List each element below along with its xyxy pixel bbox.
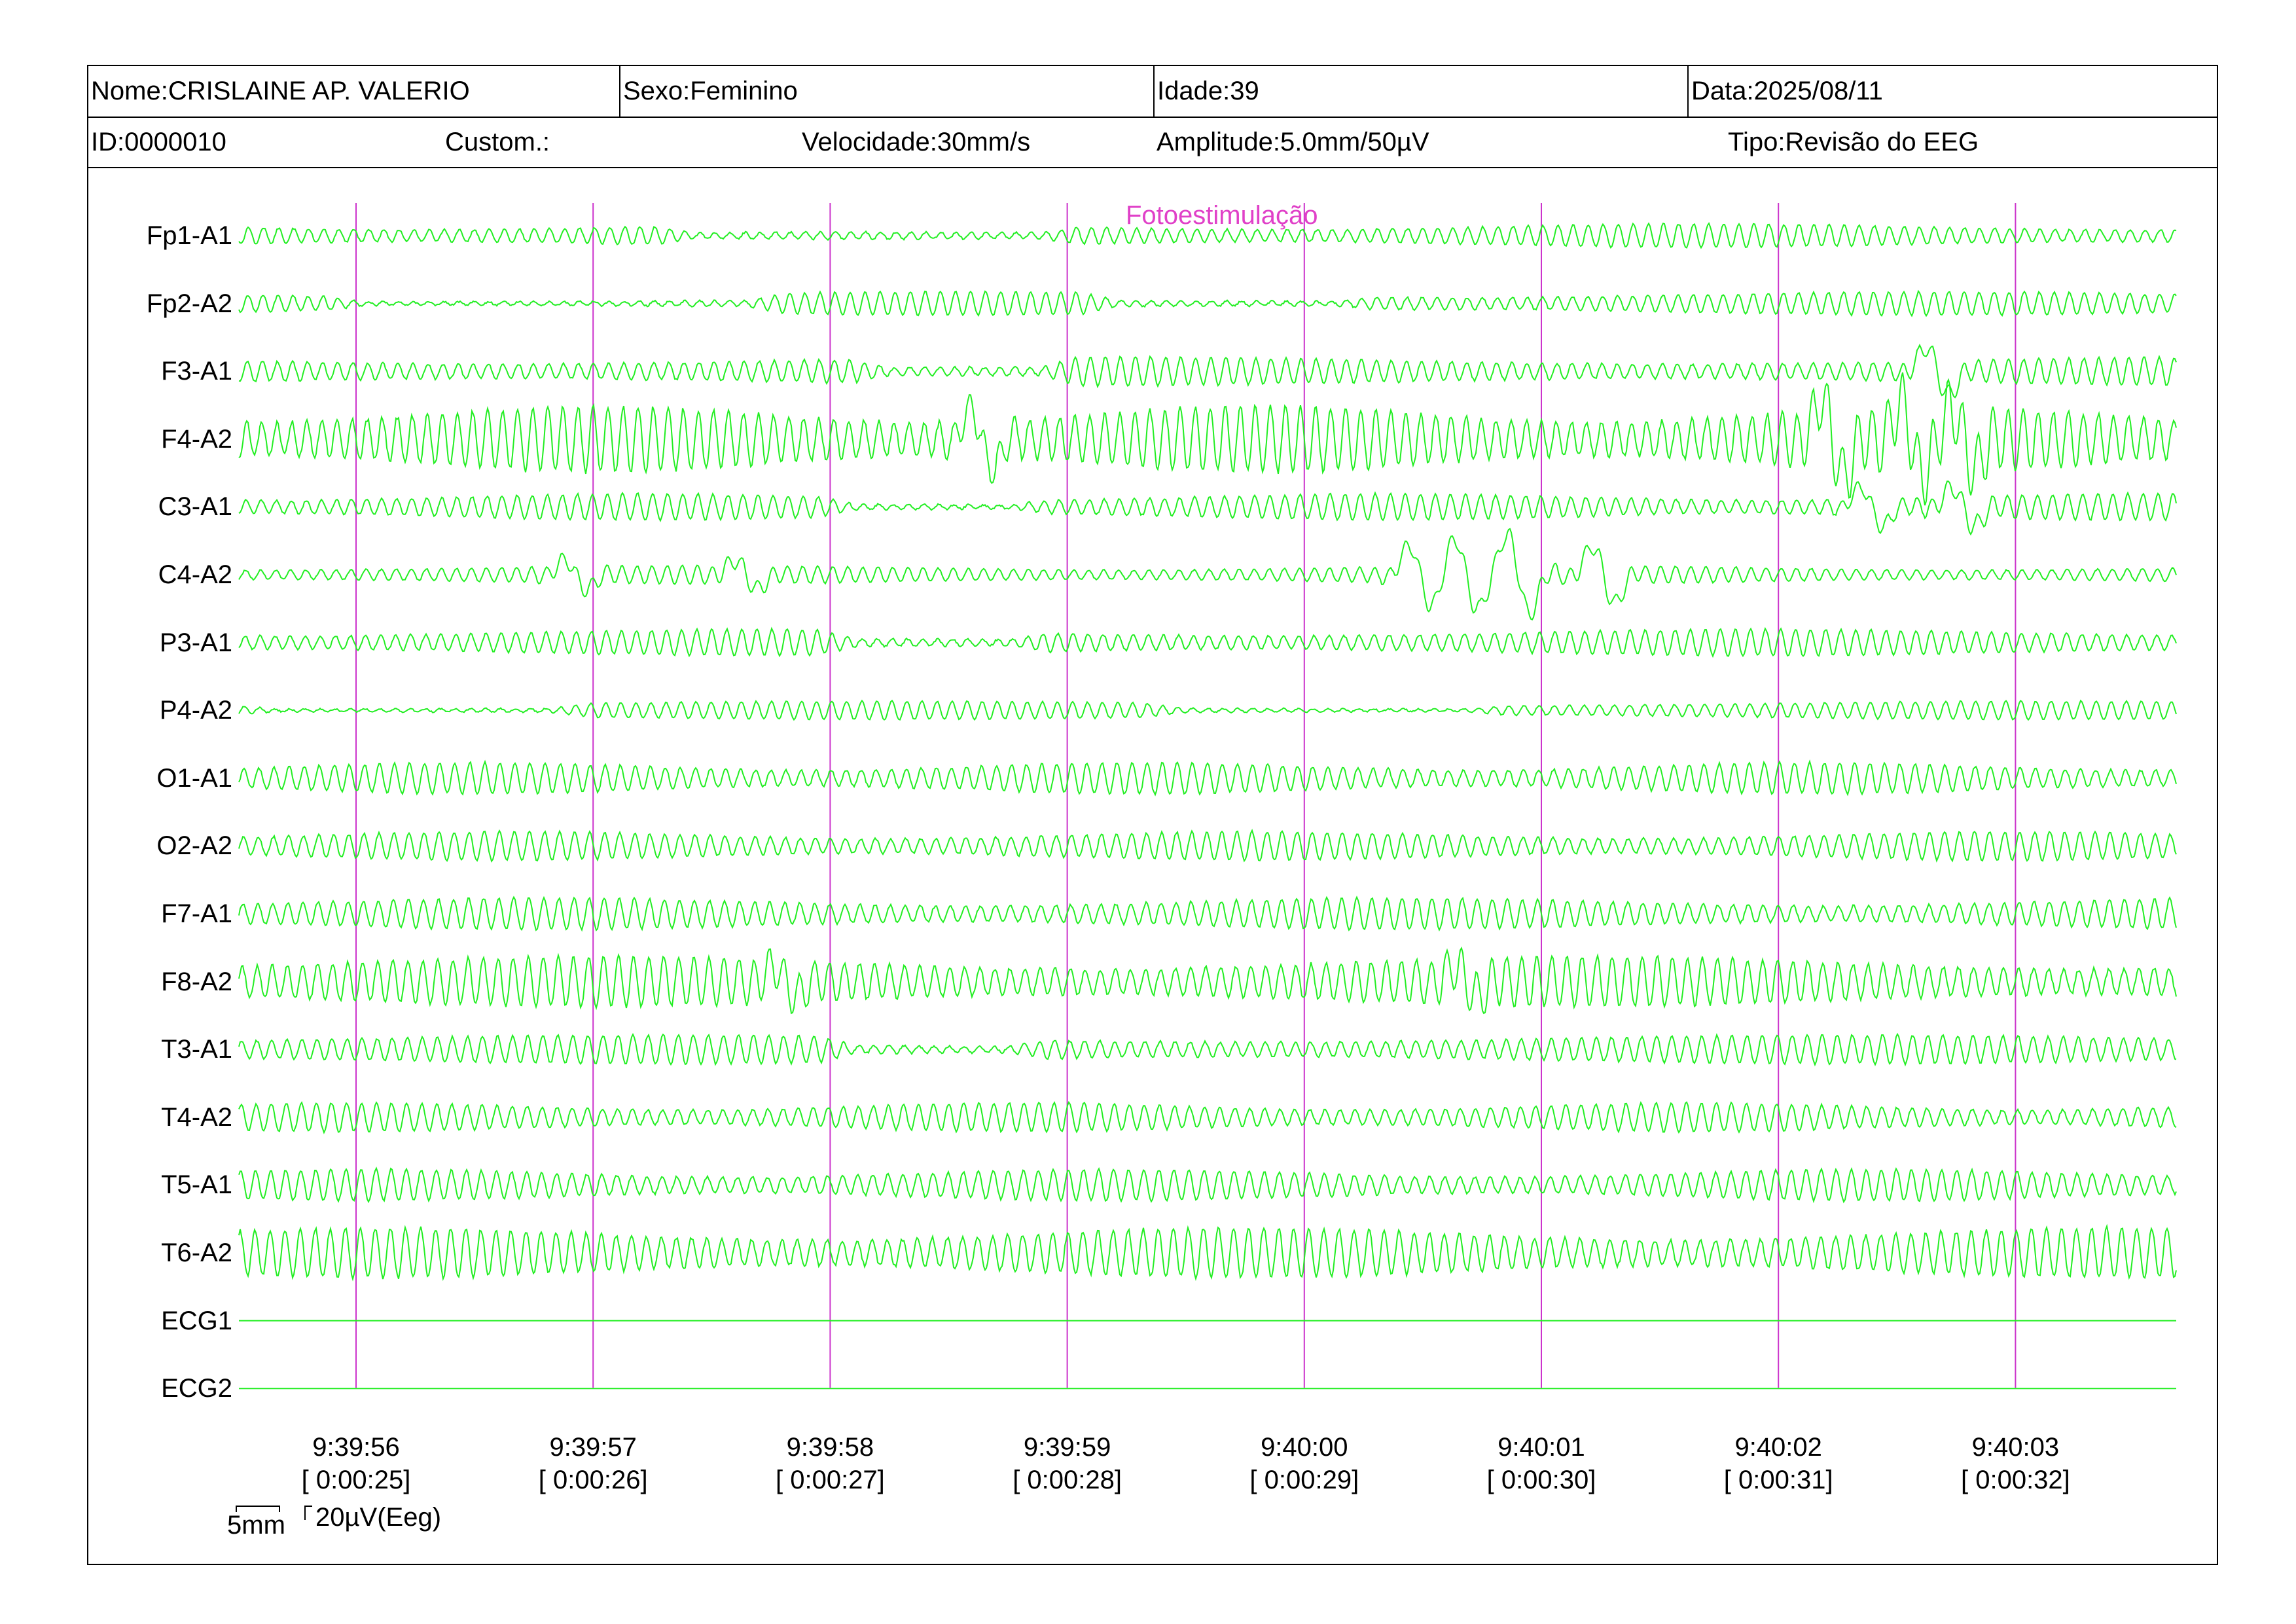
- channel-label: F4-A2: [161, 424, 232, 454]
- eeg-channel-trace: [238, 829, 2177, 863]
- channel-label: T5-A1: [161, 1170, 232, 1200]
- time-label-clock: 9:39:56: [312, 1433, 400, 1462]
- eeg-channel-trace: [238, 895, 2177, 932]
- time-label-elapsed: [ 0:00:28]: [1013, 1466, 1122, 1494]
- eeg-channel-trace: [238, 947, 2177, 1015]
- channel-label: C4-A2: [158, 560, 232, 589]
- time-label-clock: 9:40:01: [1498, 1433, 1585, 1462]
- channel-label: C3-A1: [158, 492, 232, 522]
- channel-label: P3-A1: [159, 628, 232, 657]
- time-label-elapsed: [ 0:00:27]: [775, 1466, 885, 1494]
- channel-label: F3-A1: [161, 357, 232, 386]
- channel-label: T3-A1: [161, 1035, 232, 1064]
- channel-label: O2-A2: [156, 831, 232, 861]
- time-label-clock: 9:39:59: [1023, 1433, 1111, 1462]
- photostimulation-event-label: Fotoestimulação: [1126, 201, 1318, 230]
- channel-label: Fp2-A2: [146, 289, 232, 318]
- channel-label: T6-A2: [161, 1238, 232, 1267]
- horizontal-scale-label: 5mm: [227, 1511, 285, 1540]
- channel-label: O1-A1: [156, 763, 232, 793]
- eeg-channel-trace: [238, 528, 2177, 621]
- time-label-elapsed: [ 0:00:31]: [1723, 1466, 1833, 1494]
- eeg-channel-trace: [238, 1223, 2177, 1282]
- time-label-clock: 9:40:02: [1734, 1433, 1822, 1462]
- time-label-clock: 9:39:57: [549, 1433, 637, 1462]
- time-label-clock: 9:39:58: [786, 1433, 874, 1462]
- channel-label: F7-A1: [161, 899, 232, 928]
- eeg-channel-trace: [238, 372, 2177, 506]
- time-label-elapsed: [ 0:00:26]: [538, 1466, 648, 1494]
- channel-label: ECG1: [161, 1306, 232, 1335]
- time-label-clock: 9:40:00: [1261, 1433, 1348, 1462]
- eeg-channel-trace: [238, 344, 2177, 399]
- eeg-channel-trace: [238, 1166, 2177, 1204]
- eeg-channel-trace: [238, 626, 2177, 659]
- channel-label: P4-A2: [159, 696, 232, 725]
- eeg-channel-trace: [238, 699, 2177, 721]
- channel-label: F8-A2: [161, 967, 232, 996]
- eeg-channel-trace: [238, 1100, 2177, 1134]
- eeg-channel-trace: [238, 1032, 2177, 1067]
- time-label-elapsed: [ 0:00:29]: [1249, 1466, 1359, 1494]
- eeg-channel-trace: [238, 289, 2177, 317]
- time-label-clock: 9:40:03: [1971, 1433, 2060, 1462]
- eeg-trace-area: [238, 203, 2177, 1390]
- time-label-elapsed: [ 0:00:32]: [1960, 1466, 2070, 1494]
- vertical-scale-label: 20µV(Eeg): [315, 1503, 442, 1532]
- time-label-elapsed: [ 0:00:30]: [1486, 1466, 1596, 1494]
- channel-label: ECG2: [161, 1374, 232, 1403]
- vertical-scale-bar: [304, 1506, 312, 1520]
- channel-label: T4-A2: [161, 1102, 232, 1132]
- channel-label: Fp1-A1: [146, 221, 232, 250]
- eeg-channel-trace: [238, 480, 2177, 536]
- time-label-elapsed: [ 0:00:25]: [301, 1466, 411, 1494]
- eeg-channel-trace: [238, 759, 2177, 797]
